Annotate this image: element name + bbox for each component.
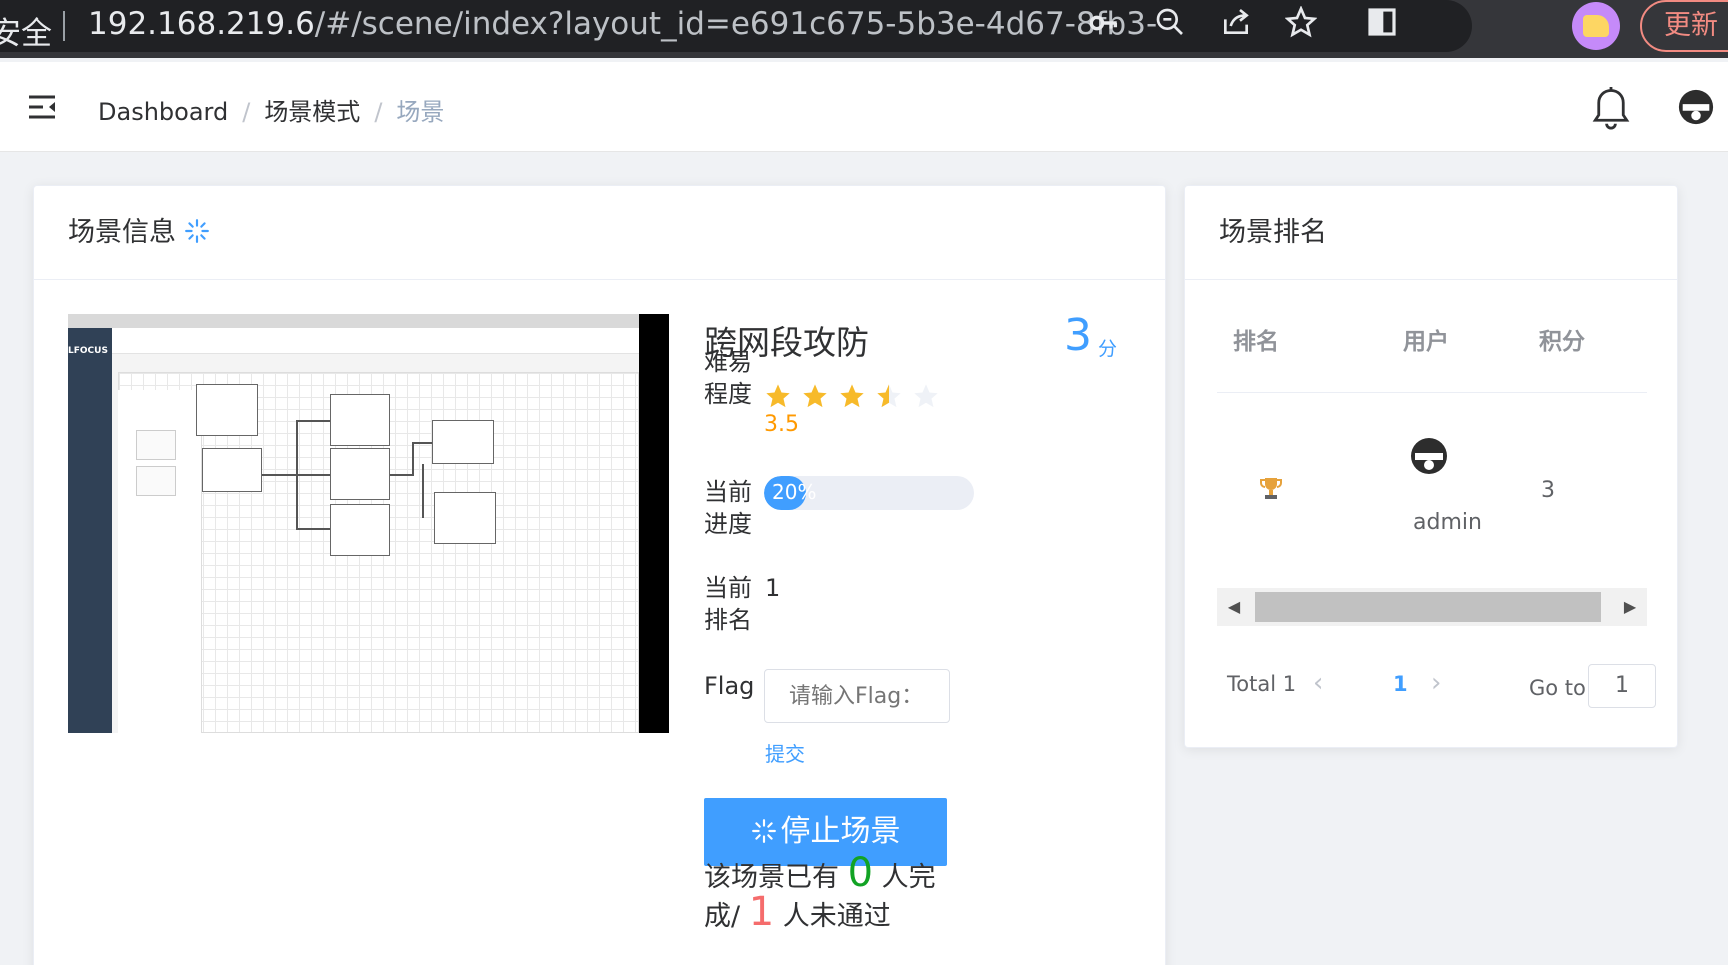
scene-info-card: 场景信息 LFOCUS 跨网段攻防 3 分 难易程度 3.5 当前进度 20% … <box>33 185 1166 965</box>
card-title: 场景信息 <box>68 217 176 248</box>
next-page-icon[interactable]: › <box>1431 668 1441 698</box>
completed-count: 0 <box>847 850 874 896</box>
pagination-goto-input[interactable]: 1 <box>1588 664 1656 708</box>
failed-suffix: 人未通过 <box>782 901 891 932</box>
share-icon[interactable] <box>1216 6 1256 46</box>
star-half-icon <box>875 382 903 410</box>
scrollbar-thumb[interactable] <box>1255 592 1601 622</box>
scene-ranking-card: 场景排名 排名 用户 积分 admin 3 ◀ ▶ Total 1 ‹ 1 › … <box>1184 185 1678 748</box>
submit-flag-button[interactable]: 提交 <box>765 738 805 767</box>
security-label: 安全 <box>0 16 52 52</box>
stop-scene-label: 停止场景 <box>780 814 901 849</box>
column-header-user: 用户 <box>1403 329 1449 355</box>
trophy-icon <box>1259 476 1283 502</box>
breadcrumb-item-scene: 场景 <box>396 98 445 126</box>
breadcrumb-separator: / <box>374 98 383 126</box>
user-avatar-icon[interactable] <box>1677 88 1715 126</box>
sidepanel-icon[interactable] <box>1362 6 1402 46</box>
url-host: 192.168.219.6 <box>88 6 315 42</box>
app-navbar: Dashboard / 场景模式 / 场景 <box>0 62 1728 152</box>
breadcrumb: Dashboard / 场景模式 / 场景 <box>98 92 444 127</box>
breadcrumb-item-dashboard[interactable]: Dashboard <box>98 98 228 126</box>
screenshot-logo: LFOCUS <box>68 346 108 356</box>
column-header-rank: 排名 <box>1233 329 1279 355</box>
prev-page-icon[interactable]: ‹ <box>1313 668 1323 698</box>
profile-avatar-icon[interactable] <box>1572 2 1620 50</box>
completion-stats-text: 该场景已有 0 人完成/ 1 人未通过 <box>704 853 966 935</box>
progress-text: 20% <box>772 480 817 504</box>
pagination-current-page[interactable]: 1 <box>1393 672 1408 696</box>
scroll-left-icon[interactable]: ◀ <box>1219 588 1249 626</box>
flag-input[interactable] <box>764 669 950 723</box>
pagination-goto-label: Go to <box>1529 676 1586 700</box>
progress-label: 当前进度 <box>704 478 752 538</box>
scene-info-header: 场景信息 <box>34 186 1165 280</box>
screenshot-palette <box>118 390 202 733</box>
key-icon[interactable] <box>1084 6 1124 46</box>
rank-user-name: admin <box>1413 510 1482 535</box>
screenshot-sidebar <box>68 328 112 733</box>
bookmark-star-icon[interactable] <box>1281 5 1321 46</box>
scene-score-unit: 分 <box>1098 338 1118 360</box>
omnibox-divider <box>63 11 65 41</box>
bell-icon[interactable] <box>1590 85 1632 131</box>
url-text[interactable]: 192.168.219.6/#/scene/index?layout_id=e6… <box>88 6 1158 42</box>
table-horizontal-scrollbar[interactable]: ◀ ▶ <box>1217 588 1647 626</box>
flag-label: Flag <box>704 672 755 700</box>
rank-user-score: 3 <box>1541 478 1555 503</box>
difficulty-value: 3.5 <box>764 412 799 437</box>
sidebar-toggle-icon[interactable] <box>27 94 57 120</box>
current-rank: 1 <box>765 574 781 602</box>
url-path: /#/scene/index?layout_id=e691c675-5b3e-4… <box>314 6 1158 42</box>
failed-count: 1 <box>748 889 775 935</box>
breadcrumb-item-scene-mode[interactable]: 场景模式 <box>264 98 360 126</box>
column-header-score: 积分 <box>1539 329 1585 355</box>
table-divider <box>1217 392 1647 393</box>
progress-bar: 20% <box>764 476 974 510</box>
star-icon <box>838 382 866 410</box>
pagination-total: Total 1 <box>1227 672 1297 696</box>
update-button[interactable]: 更新 <box>1640 0 1728 52</box>
ranking-header: 场景排名 <box>1185 186 1677 280</box>
rank-label: 当前排名 <box>704 574 752 634</box>
zoom-icon[interactable] <box>1150 6 1190 46</box>
breadcrumb-separator: / <box>242 98 251 126</box>
scene-score: 3 <box>1064 310 1092 361</box>
star-empty-icon <box>912 382 940 410</box>
difficulty-label: 难易程度 <box>704 348 752 408</box>
scene-topology-image: LFOCUS <box>68 314 669 733</box>
scroll-right-icon[interactable]: ▶ <box>1615 588 1645 626</box>
star-icon <box>801 382 829 410</box>
star-icon <box>764 382 792 410</box>
browser-toolbar: 安全 192.168.219.6/#/scene/index?layout_id… <box>0 0 1728 58</box>
loading-spinner-icon <box>184 189 210 243</box>
rank-user-avatar-icon <box>1409 436 1449 476</box>
